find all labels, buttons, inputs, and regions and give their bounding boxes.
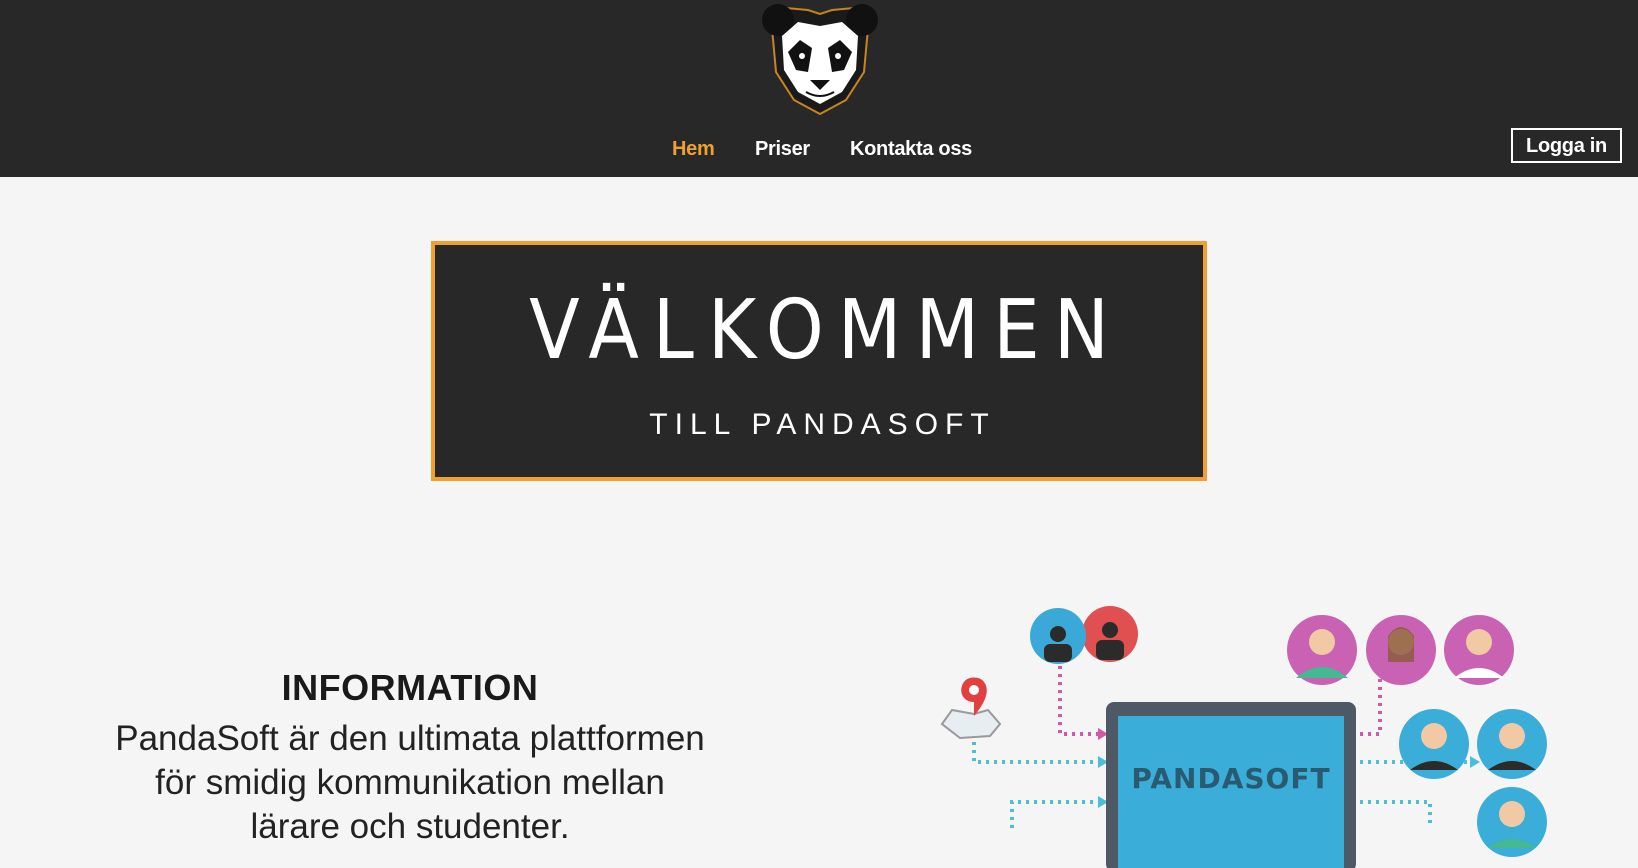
laptop-icon: PANDASOFT [1106,702,1356,868]
info-line: PandaSoft är den ultimata plattformen [115,719,705,758]
info-heading: INFORMATION [281,666,539,708]
login-button[interactable]: Logga in [1511,128,1622,163]
info-line: lärare och studenter. [250,807,570,846]
welcome-subtitle: TILL PANDASOFT [649,408,996,441]
info-line: för smidig kommunikation mellan [155,763,665,802]
main-navigation: Hem Priser Kontakta oss [0,131,1638,167]
panda-logo-icon[interactable] [758,0,882,116]
top-navigation-bar: Hem Priser Kontakta oss Logga in [0,0,1638,177]
info-paragraph: PandaSoft är den ultimata plattformen fö… [80,717,740,849]
nav-link-priser[interactable]: Priser [755,131,810,167]
people-speech-bubbles-icon [1030,606,1138,664]
laptop-screen-label: PANDASOFT [1131,762,1330,795]
welcome-banner: VÄLKOMMEN TILL PANDASOFT [431,241,1207,481]
nav-link-kontakta-oss[interactable]: Kontakta oss [850,131,972,167]
welcome-title: VÄLKOMMEN [529,283,1123,378]
map-pin-icon [940,677,1002,740]
communication-illustration: PANDASOFT [940,606,1547,868]
nav-link-hem[interactable]: Hem [672,131,715,167]
